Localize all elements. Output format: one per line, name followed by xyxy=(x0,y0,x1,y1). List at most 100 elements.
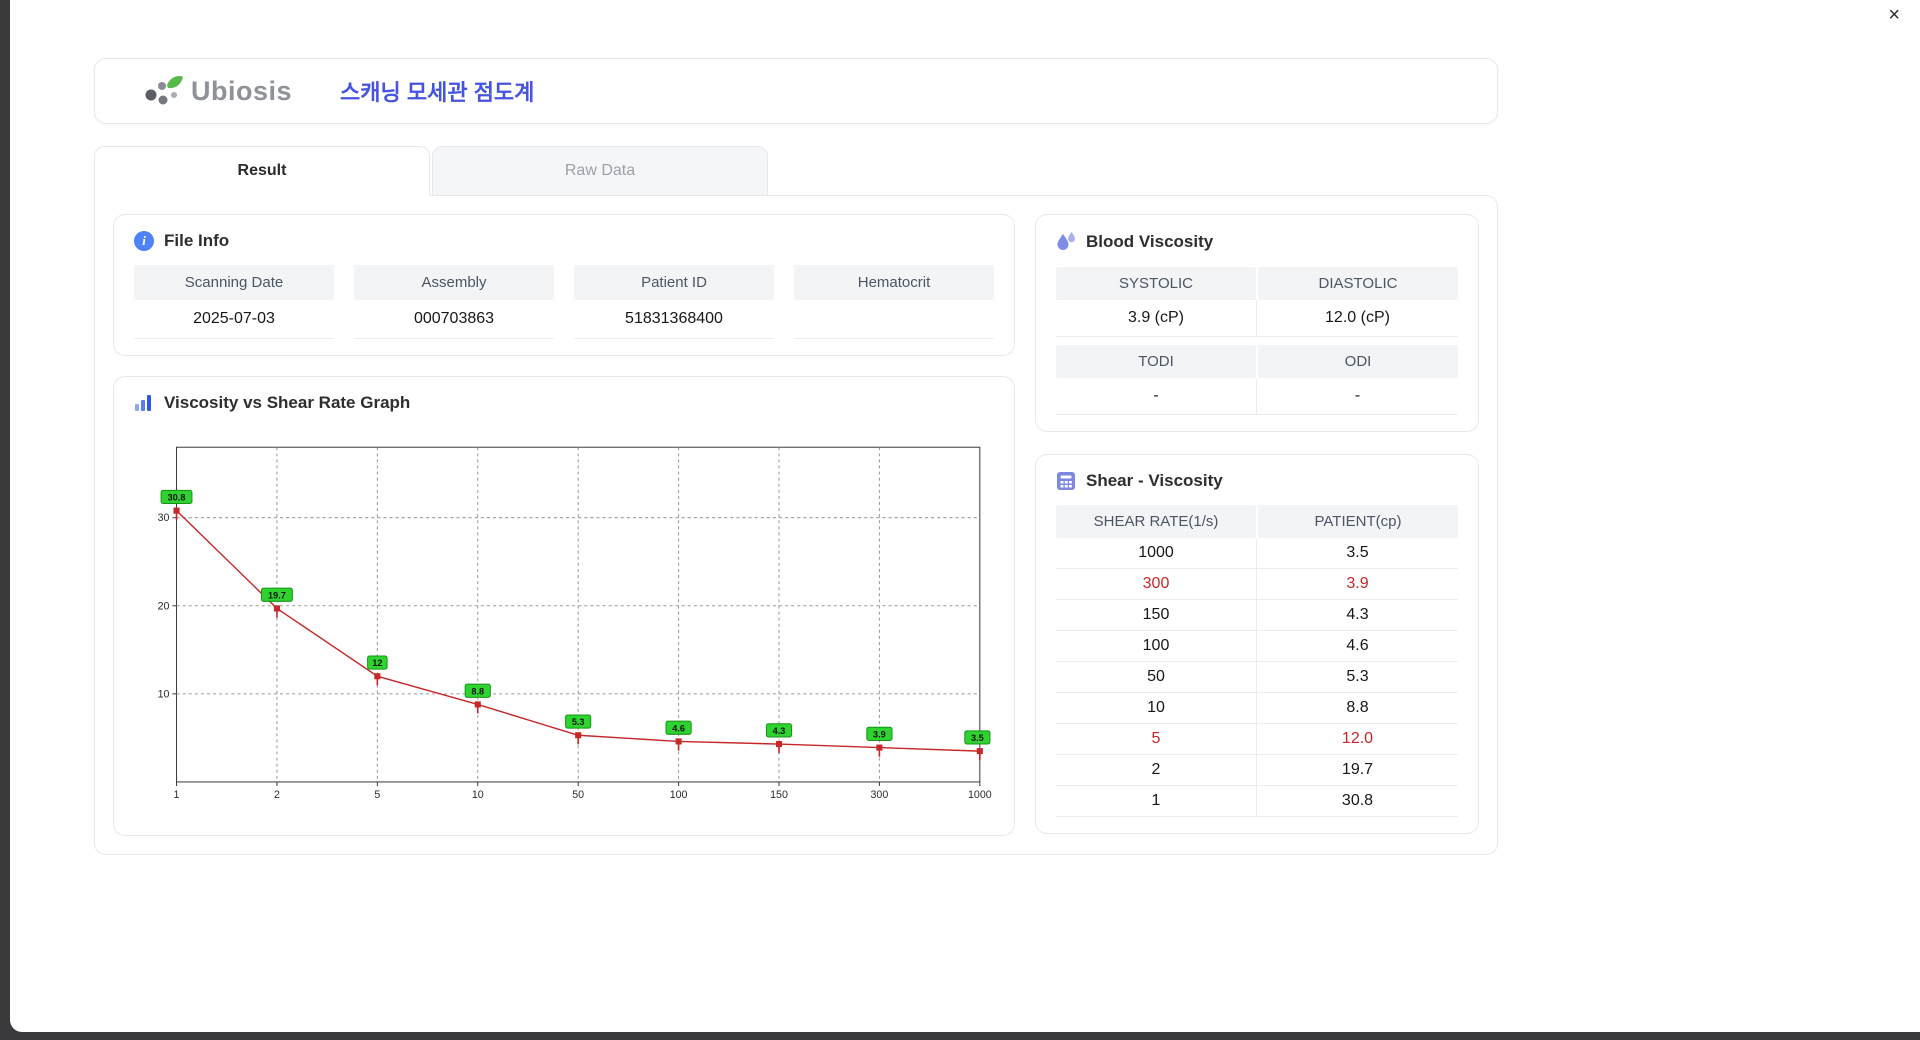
app-window: × Ubiosis 스캐닝 모세관 점도계 Result Raw Data i … xyxy=(10,0,1920,1032)
shear-rate-cell: 2 xyxy=(1056,755,1257,786)
table-row: 1 30.8 xyxy=(1056,786,1458,817)
patient-cell: 30.8 xyxy=(1257,786,1458,817)
patient-cell: 8.8 xyxy=(1257,693,1458,724)
table-row: 100 4.6 xyxy=(1056,631,1458,662)
patient-cell: 3.9 xyxy=(1257,569,1458,600)
bv-header-row-1: SYSTOLIC DIASTOLIC xyxy=(1056,267,1458,300)
patient-cell: 12.0 xyxy=(1257,724,1458,755)
x-tick-label: 100 xyxy=(670,789,688,801)
graph-title: Viscosity vs Shear Rate Graph xyxy=(164,393,411,412)
shear-rate-cell: 50 xyxy=(1056,662,1257,693)
info-icon: i xyxy=(134,231,154,251)
bv-systolic-header: SYSTOLIC xyxy=(1056,267,1256,300)
close-button[interactable]: × xyxy=(1882,2,1906,28)
shear-viscosity-card: Shear - Viscosity SHEAR RATE(1/s) PATIEN… xyxy=(1035,454,1479,834)
tab-bar: Result Raw Data xyxy=(94,146,1498,196)
table-row: 10 8.8 xyxy=(1056,693,1458,724)
shear-table-body: 1000 3.5 300 3.9 150 4.3 100 4.6 50 5.3 10 8.8 5 12.0… xyxy=(1056,538,1458,817)
data-marker xyxy=(976,748,983,755)
viscosity-chart: 1020301 2 5 10 50 100 150 300 100030.819.7128.85… xyxy=(158,446,992,801)
x-tick-label: 1 xyxy=(174,789,180,801)
calculator-icon xyxy=(1057,472,1075,490)
patient-cell: 5.3 xyxy=(1257,662,1458,693)
right-column: Blood Viscosity SYSTOLIC DIASTOLIC 3.9 (… xyxy=(1035,214,1479,836)
shear-rate-cell: 300 xyxy=(1056,569,1257,600)
left-column: i File Info Scanning Date 2025-07-03 Assem… xyxy=(113,214,1015,837)
shear-table-header: SHEAR RATE(1/s) PATIENT(cp) xyxy=(1056,505,1458,538)
shear-rate-cell: 1000 xyxy=(1056,538,1257,569)
main-content: Ubiosis 스캐닝 모세관 점도계 Result Raw Data i Fi… xyxy=(94,58,1498,856)
y-tick-label: 10 xyxy=(158,688,170,700)
table-row: 50 5.3 xyxy=(1056,662,1458,693)
file-info-field: Scanning Date 2025-07-03 xyxy=(134,265,334,339)
point-label: 19.7 xyxy=(268,590,286,600)
point-label: 3.5 xyxy=(971,733,984,743)
x-tick-label: 5 xyxy=(374,789,380,801)
shear-viscosity-title: Shear - Viscosity xyxy=(1086,471,1223,490)
blood-viscosity-title: Blood Viscosity xyxy=(1086,232,1214,251)
logo-text: Ubiosis xyxy=(191,75,293,106)
field-value: 2025-07-03 xyxy=(134,300,334,339)
table-row: 150 4.3 xyxy=(1056,600,1458,631)
shear-rate-cell: 150 xyxy=(1056,600,1257,631)
bv-diastolic-header: DIASTOLIC xyxy=(1258,267,1458,300)
file-info-field: Patient ID 51831368400 xyxy=(574,265,774,339)
ubiosis-logo: Ubiosis xyxy=(141,71,292,111)
field-label: Patient ID xyxy=(574,265,774,300)
table-row: 1000 3.5 xyxy=(1056,538,1458,569)
bv-value-row-2: - - xyxy=(1056,378,1458,415)
shear-rate-cell: 100 xyxy=(1056,631,1257,662)
bv-diastolic-value: 12.0 (cP) xyxy=(1257,300,1458,337)
patient-column-header: PATIENT(cp) xyxy=(1258,505,1458,538)
shear-rate-column-header: SHEAR RATE(1/s) xyxy=(1056,505,1256,538)
data-marker xyxy=(273,605,280,612)
point-label: 12 xyxy=(372,658,382,668)
field-value: 51831368400 xyxy=(574,300,774,339)
data-marker xyxy=(173,507,180,514)
x-tick-label: 1000 xyxy=(968,789,992,801)
patient-cell: 19.7 xyxy=(1257,755,1458,786)
bv-header-row-2: TODI ODI xyxy=(1056,345,1458,378)
x-tick-label: 10 xyxy=(472,789,484,801)
file-info-title: File Info xyxy=(164,231,230,250)
field-value: 000703863 xyxy=(354,300,554,339)
data-marker xyxy=(775,741,783,748)
point-label: 8.8 xyxy=(471,686,484,696)
shear-rate-cell: 1 xyxy=(1056,786,1257,817)
header-card: Ubiosis 스캐닝 모세관 점도계 xyxy=(94,58,1498,124)
field-label: Hematocrit xyxy=(794,265,994,300)
blood-viscosity-card: Blood Viscosity SYSTOLIC DIASTOLIC 3.9 (… xyxy=(1035,214,1479,432)
bv-systolic-value: 3.9 (cP) xyxy=(1056,300,1257,337)
patient-cell: 4.3 xyxy=(1257,600,1458,631)
data-marker xyxy=(675,738,682,745)
point-label: 4.6 xyxy=(672,723,685,733)
shear-rate-cell: 10 xyxy=(1056,693,1257,724)
tab-raw-data[interactable]: Raw Data xyxy=(432,146,768,196)
result-panel: i File Info Scanning Date 2025-07-03 Assem… xyxy=(94,195,1498,856)
table-row: 300 3.9 xyxy=(1056,569,1458,600)
shear-rate-cell: 5 xyxy=(1056,724,1257,755)
point-label: 4.3 xyxy=(773,726,786,736)
bar-chart-icon xyxy=(135,395,151,411)
data-marker xyxy=(474,701,481,708)
y-tick-label: 30 xyxy=(158,512,170,524)
x-tick-label: 50 xyxy=(572,789,584,801)
droplet-icon xyxy=(1057,232,1075,250)
point-label: 5.3 xyxy=(572,717,585,727)
bv-value-row-1: 3.9 (cP) 12.0 (cP) xyxy=(1056,300,1458,337)
y-tick-label: 20 xyxy=(158,600,170,612)
bv-odi-header: ODI xyxy=(1258,345,1458,378)
bv-todi-value: - xyxy=(1056,378,1257,415)
x-tick-label: 150 xyxy=(770,789,788,801)
point-label: 30.8 xyxy=(168,493,186,503)
point-label: 3.9 xyxy=(873,729,886,739)
app-title: 스캐닝 모세관 점도계 xyxy=(340,80,535,105)
logo-leaf-icon xyxy=(145,75,183,105)
data-marker xyxy=(876,744,883,751)
table-row: 2 19.7 xyxy=(1056,755,1458,786)
data-marker xyxy=(575,732,582,739)
table-row: 5 12.0 xyxy=(1056,724,1458,755)
patient-cell: 3.5 xyxy=(1257,538,1458,569)
tab-result[interactable]: Result xyxy=(94,146,430,196)
file-info-field: Hematocrit xyxy=(794,265,994,339)
